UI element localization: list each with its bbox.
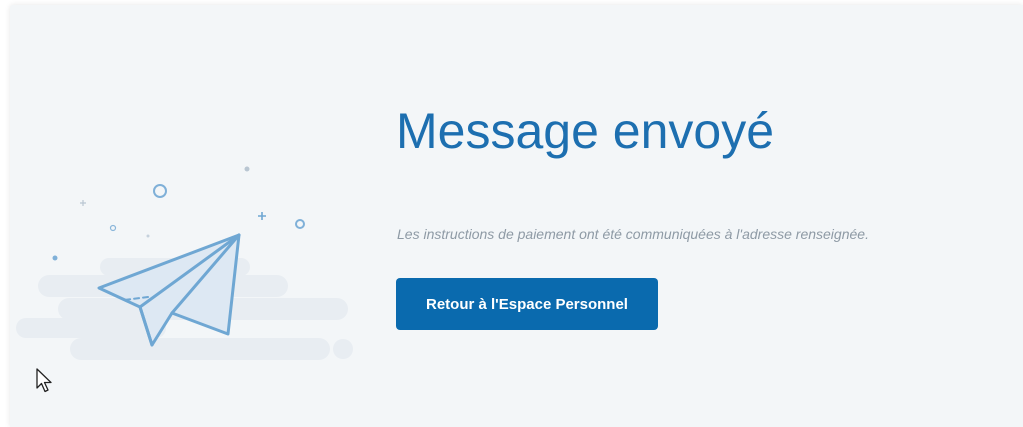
confirmation-message: Les instructions de paiement ont été com…: [397, 226, 869, 242]
sparkles: [52, 166, 305, 261]
page-title: Message envoyé: [396, 103, 775, 159]
mouse-cursor-icon: [36, 368, 52, 393]
paper-plane-illustration: [16, 166, 353, 360]
page: Message envoyé Les instructions de paiem…: [0, 0, 1023, 427]
back-to-personal-space-button[interactable]: Retour à l'Espace Personnel: [396, 278, 658, 330]
